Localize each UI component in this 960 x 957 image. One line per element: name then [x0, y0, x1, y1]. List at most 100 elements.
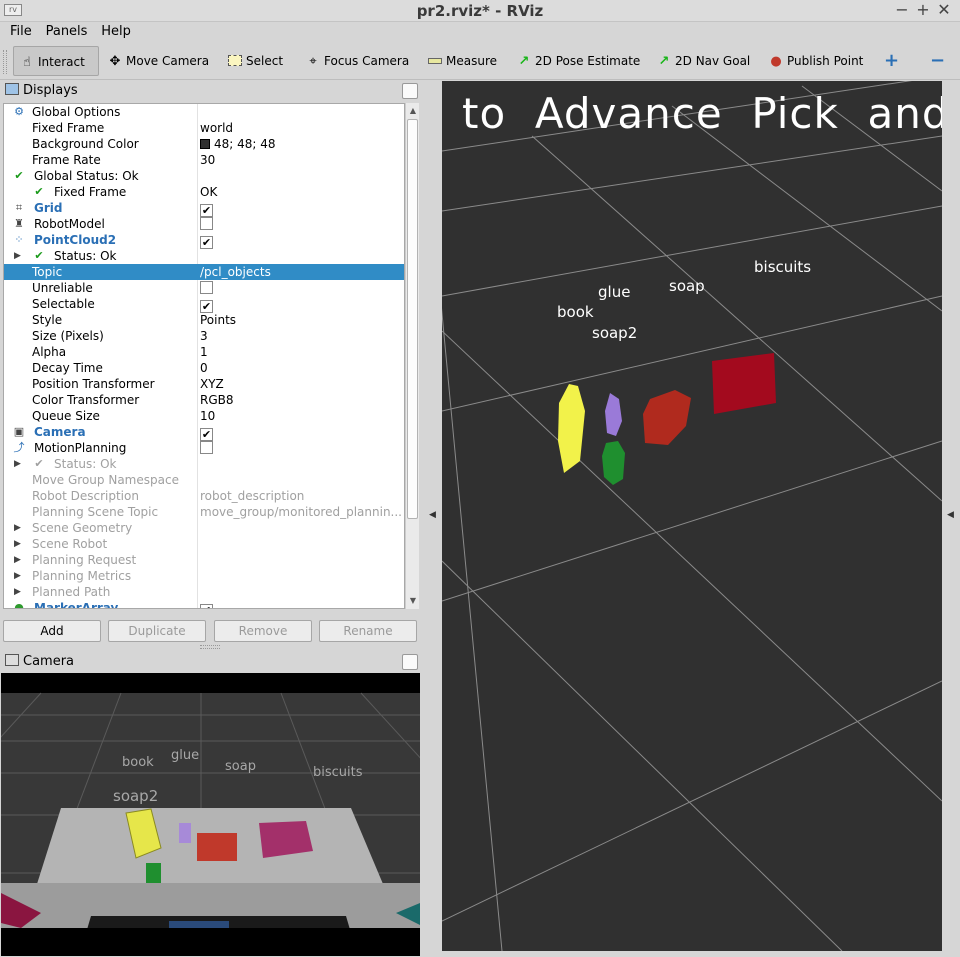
add-tool-icon[interactable]: + — [880, 46, 899, 76]
grid-icon: ⌗ — [15, 201, 23, 214]
tree-row-queue-size[interactable]: Queue Size 10 — [4, 408, 404, 424]
markerarray-checkbox[interactable]: ✔ — [200, 604, 213, 608]
robotmodel-checkbox[interactable] — [200, 217, 213, 230]
tree-row-camera[interactable]: ▣ Camera ✔ — [4, 424, 404, 441]
menu-bar: File Panels Help — [0, 22, 960, 42]
tree-row-selectable[interactable]: Selectable ✔ — [4, 296, 404, 313]
scroll-down-icon[interactable]: ▼ — [407, 594, 419, 608]
menu-help[interactable]: Help — [96, 22, 136, 41]
expand-arrow-icon[interactable]: ▶ — [14, 552, 21, 568]
minimize-icon[interactable]: − — [893, 1, 911, 19]
tool-focus-camera[interactable]: ⌖ Focus Camera — [300, 46, 409, 76]
motion-planning-icon: ⤴ — [13, 441, 25, 454]
tree-row-planned-path[interactable]: ▶ Planned Path — [4, 584, 404, 600]
fixed-frame-value[interactable]: world — [200, 120, 404, 136]
expand-arrow-icon[interactable]: ▶ — [14, 584, 21, 600]
expand-arrow-icon[interactable]: ▶ — [14, 456, 21, 472]
render-viewport[interactable]: to Advance Pick and glue soap biscuits b… — [442, 81, 942, 951]
tool-2d-pose-estimate[interactable]: ↗ 2D Pose Estimate — [511, 46, 641, 76]
tree-row-pointcloud2[interactable]: ⁘ PointCloud2 ✔ — [4, 232, 404, 249]
frame-rate-value[interactable]: 30 — [200, 152, 404, 168]
displays-tree: ⚙ Global Options Fixed Frame world Backg… — [3, 103, 405, 609]
hand-icon: ☝ — [23, 55, 31, 70]
tree-row-topic[interactable]: Topic /pcl_objects — [4, 264, 404, 280]
overlay-banner-text: to Advance Pick and — [462, 89, 942, 138]
tree-row-color-transformer[interactable]: Color Transformer RGB8 — [4, 392, 404, 408]
topic-value[interactable]: /pcl_objects — [200, 264, 404, 280]
panel-close-checkbox[interactable] — [402, 654, 418, 670]
motionplanning-checkbox[interactable] — [200, 441, 213, 454]
tool-move-camera[interactable]: ✥ Move Camera — [102, 46, 210, 76]
tree-row-frame-rate[interactable]: Frame Rate 30 — [4, 152, 404, 168]
tree-row-grid[interactable]: ⌗ Grid ✔ — [4, 200, 404, 217]
collapse-left-arrow-icon[interactable]: ◀ — [429, 510, 436, 520]
ruler-icon — [426, 47, 444, 77]
pointcloud-icon: ⁘ — [14, 233, 24, 246]
menu-file[interactable]: File — [5, 22, 37, 41]
collapse-right-arrow-icon[interactable]: ◀ — [947, 510, 954, 520]
remove-button[interactable]: Remove — [214, 620, 312, 642]
tree-row-move-group-namespace[interactable]: Move Group Namespace — [4, 472, 404, 488]
unreliable-checkbox[interactable] — [200, 281, 213, 294]
green-arrow-icon: ↗ — [518, 54, 530, 69]
camera-label-soap2: soap2 — [113, 787, 159, 805]
tree-row-fixed-frame[interactable]: Fixed Frame world — [4, 120, 404, 136]
label-glue: glue — [598, 283, 631, 301]
expand-arrow-icon[interactable]: ▶ — [14, 536, 21, 552]
maximize-icon[interactable]: + — [914, 1, 932, 19]
tree-row-markerarray[interactable]: ● MarkerArray ✔ — [4, 600, 404, 608]
tree-row-motionplanning[interactable]: ⤴ MotionPlanning — [4, 440, 404, 456]
scroll-up-icon[interactable]: ▲ — [407, 104, 419, 118]
tree-row-global-options[interactable]: ⚙ Global Options — [4, 104, 404, 120]
tree-row-scene-robot[interactable]: ▶ Scene Robot — [4, 536, 404, 552]
tree-row-planning-request[interactable]: ▶ Planning Request — [4, 552, 404, 568]
tool-publish-point[interactable]: ● Publish Point — [763, 46, 863, 76]
tree-row-motionplanning-status[interactable]: ▶ ✔ Status: Ok — [4, 456, 404, 472]
expand-arrow-icon[interactable]: ▶ — [14, 568, 21, 584]
tree-row-style[interactable]: Style Points — [4, 312, 404, 328]
checkmark-icon: ✔ — [34, 249, 44, 262]
checkmark-icon: ✔ — [34, 185, 44, 198]
tree-row-decay-time[interactable]: Decay Time 0 — [4, 360, 404, 376]
tree-row-alpha[interactable]: Alpha 1 — [4, 344, 404, 360]
tree-row-robot-description[interactable]: Robot Description robot_description — [4, 488, 404, 504]
tool-measure[interactable]: Measure — [422, 46, 497, 76]
tree-row-global-status[interactable]: ✔ Global Status: Ok — [4, 168, 404, 184]
tree-row-fixed-frame-status[interactable]: ✔ Fixed Frame OK — [4, 184, 404, 200]
add-button[interactable]: Add — [3, 620, 101, 642]
splitter-handle[interactable] — [200, 645, 220, 649]
menu-panels[interactable]: Panels — [41, 22, 93, 41]
tree-row-planning-scene-topic[interactable]: Planning Scene Topic move_group/monitore… — [4, 504, 404, 520]
close-icon[interactable]: ✕ — [935, 1, 953, 19]
color-swatch — [200, 139, 210, 149]
camera-label-biscuits: biscuits — [313, 765, 363, 780]
rename-button[interactable]: Rename — [319, 620, 417, 642]
tool-interact[interactable]: ☝ Interact — [13, 46, 99, 76]
scrollbar-thumb[interactable] — [407, 119, 418, 519]
monitor-icon — [5, 83, 19, 95]
displays-scrollbar[interactable]: ▲ ▼ — [405, 103, 419, 609]
tree-row-background-color[interactable]: Background Color 48; 48; 48 — [4, 136, 404, 152]
tree-row-scene-geometry[interactable]: ▶ Scene Geometry — [4, 520, 404, 536]
tree-row-pointcloud-status[interactable]: ▶ ✔ Status: Ok — [4, 248, 404, 264]
green-arrow-icon: ↗ — [658, 54, 670, 69]
expand-arrow-icon[interactable]: ▶ — [14, 520, 21, 536]
tree-row-planning-metrics[interactable]: ▶ Planning Metrics — [4, 568, 404, 584]
camera-label-book: book — [122, 755, 154, 770]
toolbar-grip[interactable] — [3, 50, 7, 74]
focus-camera-icon: ⌖ — [309, 54, 317, 69]
camera-view[interactable]: book glue soap biscuits soap2 — [1, 673, 420, 956]
tree-row-position-transformer[interactable]: Position Transformer XYZ — [4, 376, 404, 392]
tree-row-robotmodel[interactable]: ♜ RobotModel — [4, 216, 404, 232]
duplicate-button[interactable]: Duplicate — [108, 620, 206, 642]
remove-tool-icon[interactable]: − — [926, 46, 945, 76]
panel-close-checkbox[interactable] — [402, 83, 418, 99]
tree-row-size-pixels[interactable]: Size (Pixels) 3 — [4, 328, 404, 344]
map-pin-icon: ● — [770, 54, 782, 69]
tool-select[interactable]: Select — [222, 46, 283, 76]
render-scene — [442, 81, 942, 951]
tool-2d-nav-goal[interactable]: ↗ 2D Nav Goal — [651, 46, 751, 76]
tree-row-unreliable[interactable]: Unreliable — [4, 280, 404, 296]
expand-arrow-icon[interactable]: ▶ — [14, 248, 21, 264]
displays-header: Displays — [1, 81, 420, 101]
